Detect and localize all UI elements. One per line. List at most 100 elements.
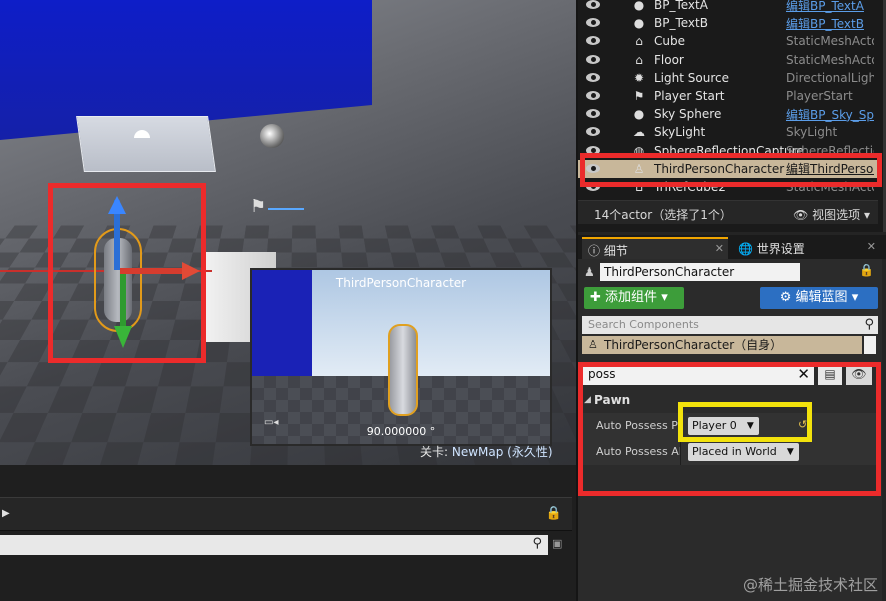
outliner-row[interactable]: ☁ SkyLight SkyLight <box>578 123 878 141</box>
outliner-row-type: StaticMeshActor <box>786 180 874 194</box>
property-label: Auto Possess Player <box>596 419 680 432</box>
outliner-row-name: Cube <box>654 34 685 49</box>
visibility-eye-icon[interactable] <box>586 18 602 28</box>
outliner-row-name: BP_TextA <box>654 0 708 12</box>
details-filter-input[interactable]: poss ✕ <box>582 363 814 385</box>
globe-icon: 🌐 <box>738 242 753 256</box>
edit-blueprint-link[interactable]: 编辑ThirdPersonCharacter <box>786 160 874 177</box>
column-separator[interactable] <box>680 413 681 439</box>
outliner-row-type: StaticMeshActor <box>786 34 874 49</box>
collapse-triangle-icon[interactable]: ◢ <box>584 391 591 409</box>
player-start-arrow <box>268 208 304 210</box>
level-viewport[interactable]: ⚑ ThirdPersonCharacter ▭◂ 90.000000 ° 关卡… <box>0 0 576 465</box>
chevron-down-icon: ▼ <box>746 421 754 431</box>
view-options-button[interactable]: 👁 视图选项 ▾ <box>793 206 870 223</box>
watermark: @稀土掘金技术社区 <box>742 576 878 594</box>
character-highlight-box <box>48 183 206 363</box>
mesh-icon: ⌂ <box>635 180 643 194</box>
eye-icon[interactable]: 👁 <box>846 363 872 385</box>
property-matrix-button[interactable]: ▤ <box>818 363 842 385</box>
edit-blueprint-link[interactable]: 编辑BP_TextA <box>786 0 874 14</box>
outliner-row-name: Player Start <box>654 89 725 103</box>
flag-icon: ⚑ <box>633 89 645 103</box>
visibility-eye-icon[interactable] <box>586 127 602 137</box>
outliner-row[interactable]: ✹ Light Source DirectionalLight <box>578 69 878 87</box>
property-auto-possess-player: Auto Possess Player Player 0 ▼ ↺ <box>582 413 876 439</box>
outliner-row-name: SkyLight <box>654 125 706 140</box>
visibility-eye-icon[interactable] <box>586 36 602 46</box>
visibility-eye-icon[interactable] <box>586 109 602 119</box>
property-label: Auto Possess AI <box>596 445 680 458</box>
save-icon[interactable]: ▣ <box>552 537 562 550</box>
visibility-eye-icon[interactable] <box>586 145 602 156</box>
player-start-flag-icon[interactable]: ⚑ <box>250 196 266 217</box>
outliner-row[interactable]: ⌂ Cube StaticMeshActor <box>578 32 878 50</box>
right-column: ● BP_TextA 编辑BP_TextA ● BP_TextB 编辑BP_TextB ⌂ C… <box>578 0 886 601</box>
edit-blueprint-link[interactable]: 编辑BP_Sky_Sphere <box>786 106 874 123</box>
outliner-row-name: ThirdPersonCharacter <box>654 161 785 176</box>
search-icon[interactable]: ⚲ <box>864 316 874 334</box>
category-pawn[interactable]: ◢ Pawn <box>582 391 876 409</box>
outliner-row[interactable]: ⌂ Floor StaticMeshActor <box>578 51 878 69</box>
outliner-row-name: TriRefCube2 <box>654 180 726 194</box>
expand-arrow-icon[interactable]: ▶ <box>2 508 10 519</box>
close-icon[interactable]: ✕ <box>715 242 724 255</box>
root-component-label: ThirdPersonCharacter（自身） <box>604 338 783 352</box>
tab-world-settings[interactable]: 🌐 世界设置 ✕ <box>732 237 880 259</box>
tab-world-settings-label: 世界设置 <box>756 242 805 256</box>
platform-mesh[interactable] <box>76 116 216 172</box>
edit-blueprint-button[interactable]: ⚙ 编辑蓝图 ▾ <box>760 287 878 309</box>
clear-filter-icon[interactable]: ✕ <box>797 363 810 385</box>
details-filter-value: poss <box>588 367 616 381</box>
close-icon[interactable]: ✕ <box>867 240 876 253</box>
outliner-row[interactable]: ● Sky Sphere 编辑BP_Sky_Sphere <box>578 105 878 123</box>
preview-title: ThirdPersonCharacter <box>335 276 467 290</box>
level-name: NewMap (永久性) <box>451 445 553 459</box>
mesh-icon: ⌂ <box>635 34 643 49</box>
visibility-eye-icon[interactable] <box>586 54 602 65</box>
add-component-button[interactable]: ✚ 添加组件 ▾ <box>584 287 684 309</box>
auto-possess-player-dropdown[interactable]: Player 0 ▼ <box>688 417 759 435</box>
tab-details-label: 细节 <box>603 244 628 258</box>
level-prefix: 关卡: <box>420 445 452 459</box>
outliner-row-name: Floor <box>654 52 684 67</box>
blueprint-icon: ⚙ <box>779 290 792 305</box>
outliner-row[interactable]: ⌂ TriRefCube2 StaticMeshActor <box>578 178 878 196</box>
bottom-search-input[interactable]: ⚲ <box>0 535 548 555</box>
component-search-placeholder: Search Components <box>588 318 699 331</box>
edit-blueprint-label: 编辑蓝图 <box>795 290 848 305</box>
details-tab-icon: ⓘ <box>588 244 601 258</box>
visibility-eye-icon[interactable] <box>586 163 602 174</box>
sphere-icon: ● <box>633 107 645 122</box>
component-scrollbar[interactable] <box>864 336 876 354</box>
outliner-row[interactable]: ♙ ThirdPersonCharacter编辑ThirdPersonCharac… <box>578 159 878 178</box>
actor-name-field[interactable]: ThirdPersonCharacter <box>600 263 800 281</box>
root-component-row[interactable]: ♙ ThirdPersonCharacter（自身） <box>582 336 862 354</box>
pawn-icon: ♙ <box>588 338 598 351</box>
outliner-row[interactable]: ◍ SphereReflectionCaptureSphereReflection… <box>578 142 878 160</box>
search-icon[interactable]: ⚲ <box>532 536 542 551</box>
tab-details[interactable]: ⓘ 细节 ✕ <box>582 237 728 259</box>
lock-icon[interactable]: 🔒 <box>859 263 874 277</box>
reset-to-default-icon[interactable]: ↺ <box>798 418 807 431</box>
outliner-row-type: DirectionalLight <box>786 70 874 85</box>
outliner-row-type: PlayerStart <box>786 89 853 103</box>
visibility-eye-icon[interactable] <box>586 182 602 192</box>
sphere-icon: ● <box>633 0 645 12</box>
reflection-sphere-icon[interactable] <box>260 124 284 148</box>
outliner-row-name: Light Source <box>654 70 729 85</box>
component-search-input[interactable]: Search Components ⚲ <box>582 316 878 334</box>
visibility-eye-icon[interactable] <box>586 72 602 83</box>
outliner-row[interactable]: ● BP_TextA 编辑BP_TextA <box>578 0 878 14</box>
column-separator[interactable] <box>680 439 681 465</box>
outliner-row[interactable]: ⚑ Player Start PlayerStart <box>578 87 878 105</box>
lock-icon[interactable]: 🔒 <box>546 506 562 521</box>
auto-possess-ai-dropdown[interactable]: Placed in World ▼ <box>688 443 799 461</box>
outliner-row-type: SkyLight <box>786 125 838 140</box>
light-icon: ✹ <box>633 70 645 85</box>
visibility-eye-icon[interactable] <box>586 91 602 101</box>
visibility-eye-icon[interactable] <box>586 0 602 10</box>
outliner-row[interactable]: ● BP_TextB 编辑BP_TextB <box>578 14 878 32</box>
outliner-footer: 14个actor（选择了1个） 👁 视图选项 ▾ <box>578 200 878 224</box>
edit-blueprint-link[interactable]: 编辑BP_TextB <box>786 15 874 32</box>
